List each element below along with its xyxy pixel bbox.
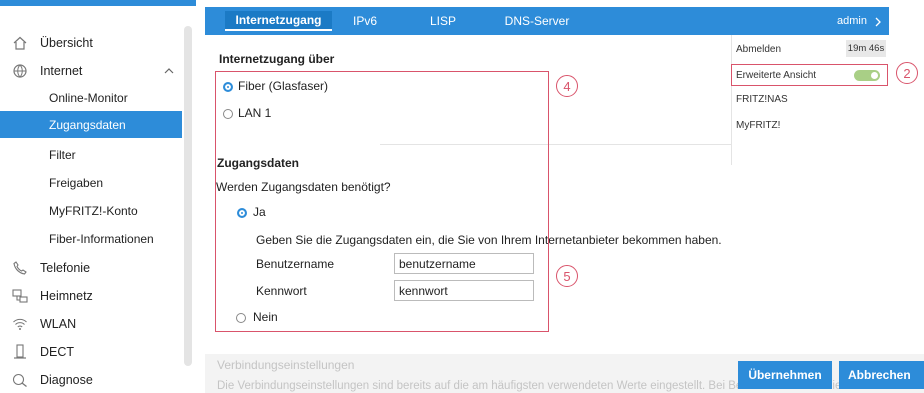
sidebar-item-freigaben[interactable]: Freigaben	[0, 169, 182, 196]
sidebar-item-label: MyFRITZ!-Konto	[49, 203, 138, 218]
wifi-icon	[12, 316, 28, 332]
globe-icon	[12, 63, 28, 79]
chevron-up-icon	[164, 65, 174, 75]
sidebar-item-filter[interactable]: Filter	[0, 141, 182, 168]
access-heading: Internetzugang über	[219, 52, 335, 66]
sidebar-scrollbar[interactable]	[184, 26, 192, 366]
sidebar-item-myfritz-konto[interactable]: MyFRITZ!-Konto	[0, 197, 182, 224]
tab-internetzugang[interactable]: Internetzugang	[225, 11, 332, 31]
dect-phone-icon	[12, 344, 28, 360]
sidebar-item-uebersicht[interactable]: Übersicht	[0, 29, 182, 56]
sidebar-item-label: Heimnetz	[40, 288, 93, 303]
admin-label: admin	[837, 15, 867, 27]
cancel-button-label: Abbrechen	[848, 368, 911, 382]
tab-bar: Internetzugang IPv6 LISP DNS-Server	[205, 7, 731, 35]
phone-icon	[12, 260, 28, 276]
sidebar-item-wlan[interactable]: WLAN	[0, 310, 182, 337]
sidebar-item-label: Internet	[40, 63, 83, 78]
sidebar-item-label: Zugangsdaten	[49, 117, 126, 132]
fritznas-link[interactable]: FRITZ!NAS	[736, 94, 788, 105]
sidebar-item-zugangsdaten[interactable]: Zugangsdaten	[0, 111, 182, 138]
annotation-badge-2: 2	[896, 62, 918, 84]
sidebar-item-diagnose[interactable]: Diagnose	[0, 366, 182, 393]
sidebar-item-online-monitor[interactable]: Online-Monitor	[0, 84, 182, 111]
myfritz-link[interactable]: MyFRITZ!	[736, 120, 780, 131]
annotation-badge-5: 5	[556, 265, 578, 287]
sidebar: Übersicht Internet Online-Monitor Zugang…	[0, 0, 196, 393]
sidebar-item-internet[interactable]: Internet	[0, 57, 182, 84]
home-icon	[12, 35, 28, 51]
sidebar-item-label: DECT	[40, 344, 75, 359]
highlight-box-settings	[215, 71, 549, 332]
tab-dns-server[interactable]: DNS-Server	[497, 11, 577, 31]
sidebar-item-label: Freigaben	[49, 175, 104, 190]
sidebar-item-label: Fiber-Informationen	[49, 231, 154, 246]
sidebar-item-telefonie[interactable]: Telefonie	[0, 254, 182, 281]
logout-link[interactable]: Abmelden	[736, 44, 781, 55]
network-icon	[12, 288, 28, 304]
sidebar-top-accent	[0, 0, 196, 6]
admin-menu-toggle[interactable]: admin	[731, 7, 889, 35]
sidebar-item-fiber-informationen[interactable]: Fiber-Informationen	[0, 225, 182, 252]
cancel-button[interactable]: Abbrechen	[839, 361, 924, 389]
highlight-box-advanced-view	[731, 64, 888, 86]
sidebar-item-label: Übersicht	[40, 35, 93, 50]
sidebar-item-label: Filter	[49, 147, 76, 162]
sidebar-item-label: Online-Monitor	[49, 90, 128, 105]
admin-dropdown: Abmelden 19m 46s Erweiterte Ansicht FRIT…	[731, 35, 889, 165]
annotation-badge-4: 4	[556, 75, 578, 97]
tab-lisp[interactable]: LISP	[419, 11, 467, 31]
sidebar-item-heimnetz[interactable]: Heimnetz	[0, 282, 182, 309]
sidebar-item-label: WLAN	[40, 316, 77, 331]
sidebar-item-dect[interactable]: DECT	[0, 338, 182, 365]
sidebar-item-label: Telefonie	[40, 260, 91, 275]
session-timer: 19m 46s	[846, 40, 886, 57]
connection-settings-heading: Verbindungseinstellungen	[217, 358, 355, 372]
tab-ipv6[interactable]: IPv6	[341, 11, 389, 31]
apply-button[interactable]: Übernehmen	[738, 361, 832, 389]
chevron-right-icon	[873, 16, 883, 27]
sidebar-item-label: Diagnose	[40, 372, 93, 387]
diagnose-icon	[12, 372, 28, 388]
